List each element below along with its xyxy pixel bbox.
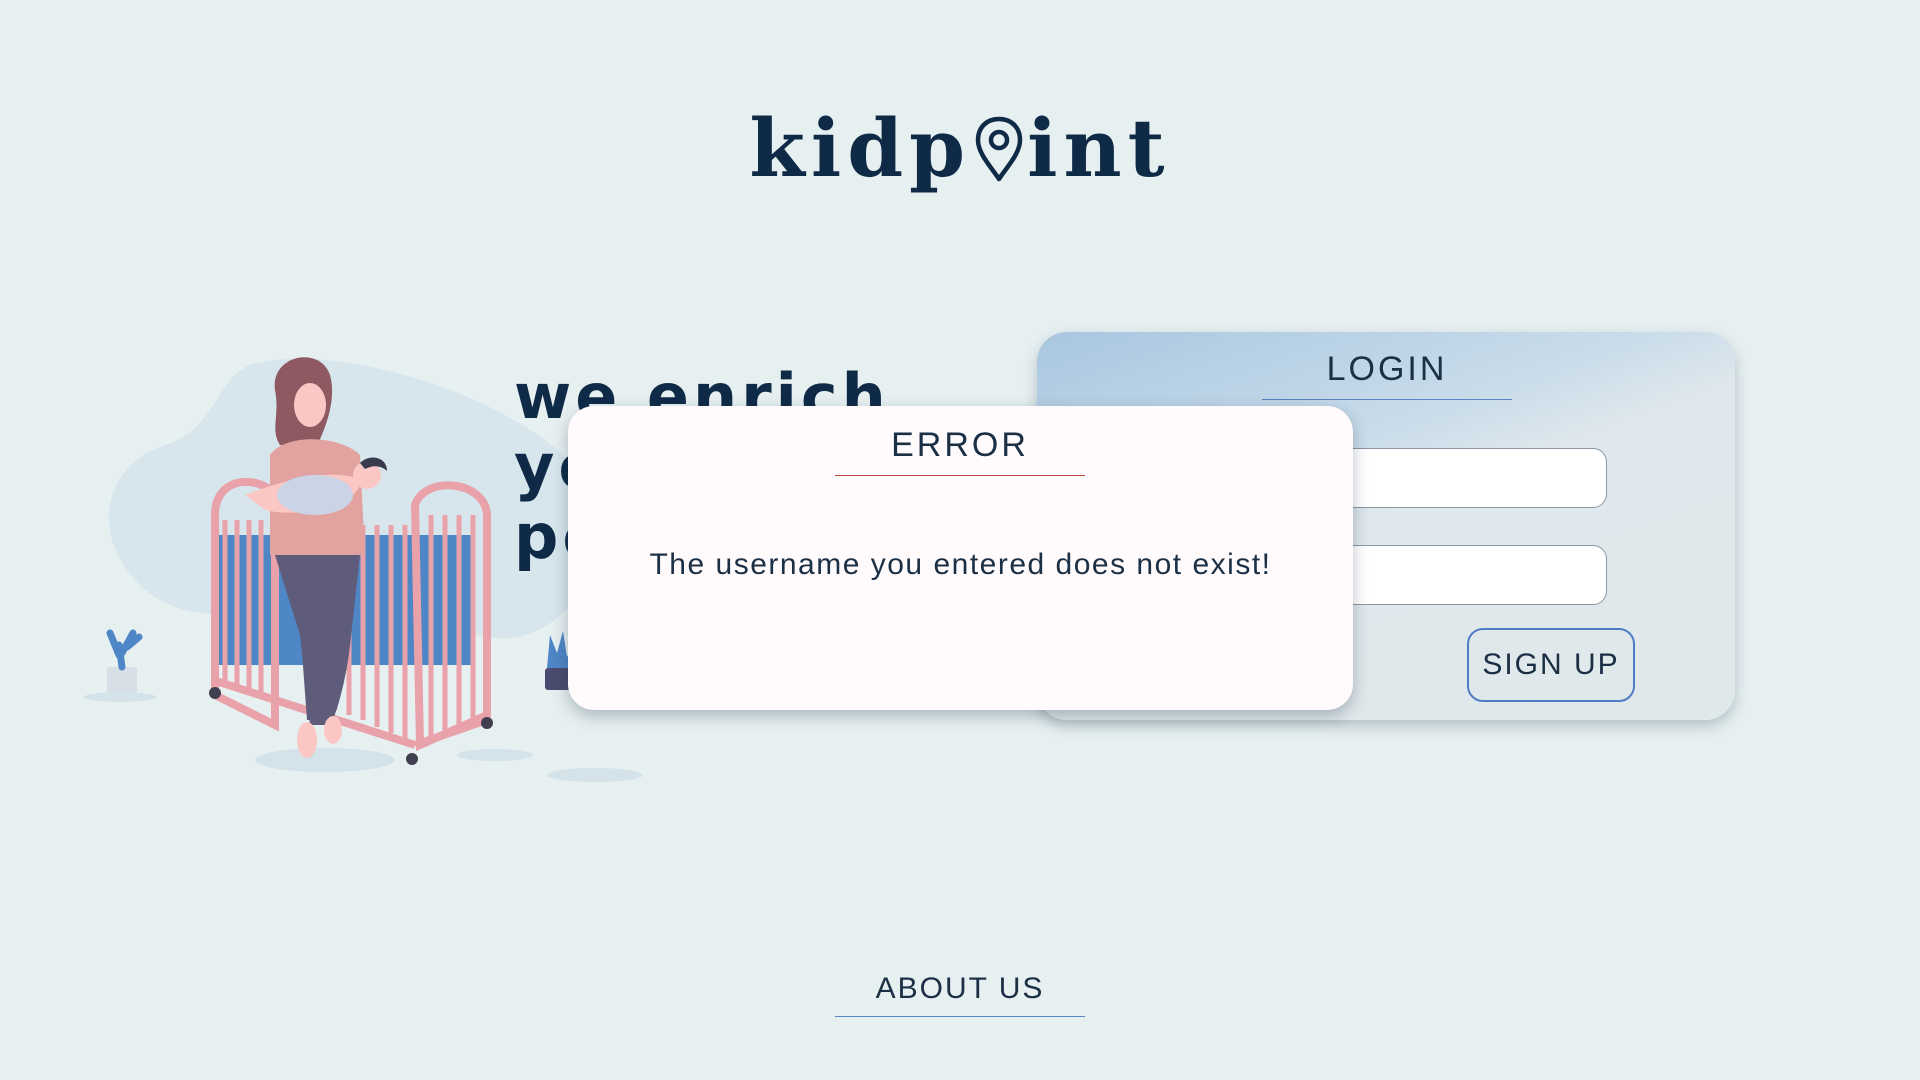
map-pin-icon	[974, 114, 1024, 182]
brand-logo[interactable]: kidp int	[0, 108, 1920, 188]
about-us-link[interactable]: ABOUT US	[835, 972, 1085, 1017]
error-message: The username you entered does not exist!	[649, 548, 1272, 581]
login-title: LOGIN	[1262, 350, 1512, 400]
error-dialog[interactable]: ERROR The username you entered does not …	[568, 406, 1353, 710]
logo-text-start: kidp	[749, 101, 972, 195]
signup-button[interactable]: SIGN UP	[1467, 628, 1635, 702]
logo-text-end: int	[1027, 101, 1171, 195]
error-dialog-title: ERROR	[835, 426, 1085, 476]
cactus-plant-icon	[106, 629, 143, 693]
